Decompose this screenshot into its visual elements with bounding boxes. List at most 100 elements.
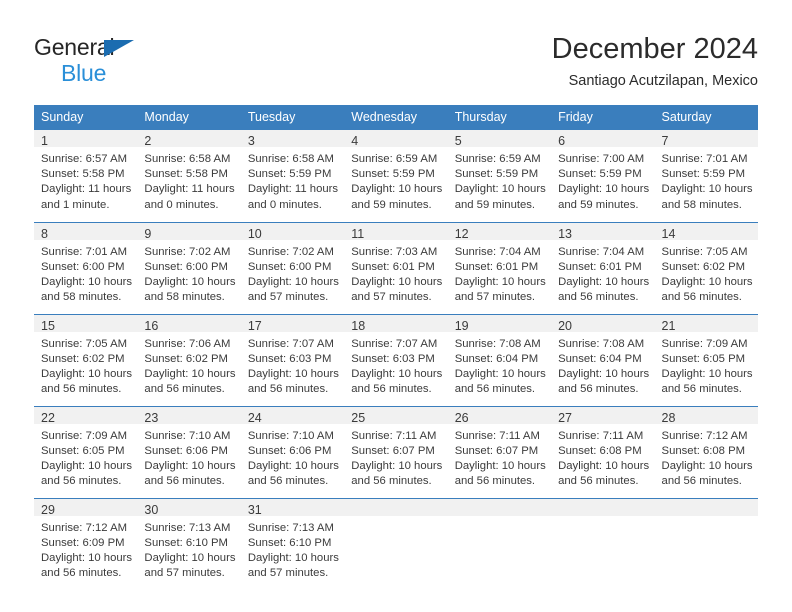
day-details: Sunrise: 7:06 AM Sunset: 6:02 PM Daylight:…: [137, 332, 240, 398]
calendar-day-cell[interactable]: 31 Sunrise: 7:13 AM Sunset: 6:10 PM Dayligh…: [240, 497, 345, 590]
day-details: Sunrise: 6:57 AM Sunset: 5:58 PM Daylight:…: [34, 147, 137, 213]
calendar-day-cell[interactable]: 24 Sunrise: 7:10 AM Sunset: 6:06 PM Dayligh…: [240, 405, 345, 498]
calendar-day-cell[interactable]: 15 Sunrise: 7:05 AM Sunset: 6:02 PM Dayligh…: [34, 313, 138, 406]
calendar-day-cell[interactable]: 16 Sunrise: 7:06 AM Sunset: 6:02 PM Dayligh…: [137, 313, 241, 406]
title-block: December 2024 Santiago Acutzilapan, Mexi…: [552, 32, 758, 91]
day-details: Sunrise: 6:59 AM Sunset: 5:59 PM Daylight:…: [448, 147, 551, 213]
day-number-band: 11: [344, 222, 448, 241]
daylight-text-line1: Daylight: 10 hours: [558, 367, 650, 380]
day-number: 5: [454, 134, 462, 148]
day-details: Sunrise: 7:02 AM Sunset: 6:00 PM Daylight:…: [137, 240, 240, 306]
calendar-day-cell[interactable]: 4 Sunrise: 6:59 AM Sunset: 5:59 PM Daylight…: [344, 130, 448, 222]
daylight-text-line1: Daylight: 10 hours: [41, 459, 133, 472]
daylight-text-line2: and 56 minutes.: [661, 291, 742, 304]
day-details: Sunrise: 7:10 AM Sunset: 6:06 PM Daylight:…: [241, 424, 344, 490]
calendar-day-cell[interactable]: 21 Sunrise: 7:09 AM Sunset: 6:05 PM Dayligh…: [654, 313, 758, 406]
calendar-day-cell[interactable]: 13 Sunrise: 7:04 AM Sunset: 6:01 PM Dayligh…: [551, 221, 655, 314]
sunset-text: Sunset: 5:58 PM: [144, 168, 228, 181]
sunrise-text: Sunrise: 7:07 AM: [351, 337, 438, 350]
day-number: 26: [454, 410, 469, 425]
day-number: 8: [41, 226, 48, 241]
calendar-day-cell[interactable]: 8 Sunrise: 7:01 AM Sunset: 6:00 PM Daylight…: [34, 221, 138, 314]
daylight-text-line2: and 57 minutes.: [454, 291, 536, 304]
calendar-day-cell[interactable]: 18 Sunrise: 7:07 AM Sunset: 6:03 PM Dayligh…: [344, 313, 448, 406]
day-number: 11: [351, 226, 365, 241]
sunrise-text: Sunrise: 7:11 AM: [351, 429, 437, 442]
sunset-text: Sunset: 5:59 PM: [661, 168, 746, 181]
daylight-text-line2: and 57 minutes.: [247, 567, 329, 580]
daylight-text-line1: Daylight: 10 hours: [558, 275, 650, 288]
calendar-day-cell[interactable]: 29 Sunrise: 7:12 AM Sunset: 6:09 PM Dayligh…: [34, 497, 138, 590]
day-number-band: 19: [447, 314, 552, 333]
calendar-day-cell[interactable]: 5 Sunrise: 6:59 AM Sunset: 5:59 PM Daylight…: [447, 130, 552, 222]
sunset-text: Sunset: 6:01 PM: [351, 260, 435, 273]
daylight-text-line1: Daylight: 10 hours: [247, 459, 339, 472]
calendar-day-cell[interactable]: 26 Sunrise: 7:11 AM Sunset: 6:07 PM Dayligh…: [447, 405, 552, 498]
calendar-head: Sunday Monday Tuesday Wednesday Thursday…: [34, 105, 758, 130]
calendar-day-cell[interactable]: 30 Sunrise: 7:13 AM Sunset: 6:10 PM Dayligh…: [137, 497, 241, 590]
calendar-day-cell[interactable]: 6 Sunrise: 7:00 AM Sunset: 5:59 PM Daylight…: [551, 130, 655, 222]
sunrise-text: Sunrise: 7:09 AM: [41, 429, 128, 442]
daylight-text-line2: and 56 minutes.: [558, 291, 639, 304]
sunset-text: Sunset: 5:58 PM: [41, 168, 125, 181]
calendar-day-cell[interactable]: 23 Sunrise: 7:10 AM Sunset: 6:06 PM Dayligh…: [137, 405, 241, 498]
calendar-day-cell[interactable]: 17 Sunrise: 7:07 AM Sunset: 6:03 PM Dayligh…: [240, 313, 345, 406]
day-number-band: [654, 498, 758, 516]
day-number-band: 25: [344, 406, 448, 425]
day-number-band: 3: [240, 130, 345, 148]
daylight-text-line2: and 56 minutes.: [558, 383, 639, 396]
calendar-day-cell[interactable]: 20 Sunrise: 7:08 AM Sunset: 6:04 PM Dayligh…: [551, 313, 655, 406]
sunset-text: Sunset: 6:07 PM: [351, 444, 435, 457]
sunset-text: Sunset: 5:59 PM: [351, 168, 435, 181]
sunrise-text: Sunrise: 6:59 AM: [351, 153, 438, 165]
day-number: 14: [661, 226, 676, 241]
calendar-day-cell[interactable]: 7 Sunrise: 7:01 AM Sunset: 5:59 PM Daylight…: [654, 130, 758, 222]
calendar-day-cell[interactable]: 22 Sunrise: 7:09 AM Sunset: 6:05 PM Dayligh…: [34, 405, 138, 498]
calendar-day-cell[interactable]: 25 Sunrise: 7:11 AM Sunset: 6:07 PM Dayligh…: [344, 405, 448, 498]
calendar-day-cell[interactable]: 3 Sunrise: 6:58 AM Sunset: 5:59 PM Daylight…: [240, 130, 345, 222]
sunrise-text: Sunrise: 7:10 AM: [144, 429, 231, 442]
sunset-text: Sunset: 6:06 PM: [247, 444, 332, 457]
day-details: Sunrise: 7:00 AM Sunset: 5:59 PM Daylight:…: [551, 147, 654, 213]
day-details: Sunrise: 7:07 AM Sunset: 6:03 PM Daylight:…: [344, 332, 447, 398]
sunrise-text: Sunrise: 6:58 AM: [144, 153, 231, 165]
sunrise-text: Sunrise: 7:04 AM: [454, 245, 541, 258]
daylight-text-line2: and 56 minutes.: [558, 475, 639, 488]
sunset-text: Sunset: 6:08 PM: [661, 444, 746, 457]
day-details: [448, 516, 551, 521]
daylight-text-line1: Daylight: 10 hours: [454, 367, 546, 380]
daylight-text-line1: Daylight: 10 hours: [351, 367, 443, 380]
calendar-page: General Blue December 2024 Santiago Acut…: [0, 0, 792, 612]
day-number: 29: [41, 502, 55, 517]
calendar-day-cell[interactable]: 9 Sunrise: 7:02 AM Sunset: 6:00 PM Daylight…: [137, 221, 241, 314]
general-blue-logo[interactable]: General Blue: [34, 36, 194, 88]
day-number: 10: [247, 226, 262, 241]
day-details: Sunrise: 7:08 AM Sunset: 6:04 PM Daylight:…: [448, 332, 551, 398]
sunrise-text: Sunrise: 7:11 AM: [558, 429, 644, 442]
day-number-band: 20: [551, 314, 655, 333]
daylight-text-line2: and 56 minutes.: [41, 567, 122, 580]
daylight-text-line2: and 56 minutes.: [351, 383, 432, 396]
day-details: Sunrise: 7:01 AM Sunset: 5:59 PM Daylight:…: [655, 147, 758, 213]
sunrise-text: Sunrise: 6:59 AM: [454, 153, 541, 165]
day-details: Sunrise: 6:59 AM Sunset: 5:59 PM Daylight:…: [344, 147, 447, 213]
day-number-band: 7: [654, 130, 758, 148]
calendar-day-cell[interactable]: 10 Sunrise: 7:02 AM Sunset: 6:00 PM Dayligh…: [240, 221, 345, 314]
calendar-day-cell[interactable]: 27 Sunrise: 7:11 AM Sunset: 6:08 PM Dayligh…: [551, 405, 655, 498]
day-number-band: 10: [240, 222, 345, 241]
calendar-day-cell[interactable]: 19 Sunrise: 7:08 AM Sunset: 6:04 PM Dayligh…: [447, 313, 552, 406]
daylight-text-line1: Daylight: 10 hours: [247, 551, 339, 564]
calendar-day-cell[interactable]: 28 Sunrise: 7:12 AM Sunset: 6:08 PM Dayligh…: [654, 405, 758, 498]
calendar-day-cell[interactable]: 12 Sunrise: 7:04 AM Sunset: 6:01 PM Dayligh…: [447, 221, 552, 314]
calendar-day-cell[interactable]: 14 Sunrise: 7:05 AM Sunset: 6:02 PM Dayligh…: [654, 221, 758, 314]
daylight-text-line1: Daylight: 10 hours: [41, 551, 133, 564]
day-details: Sunrise: 7:05 AM Sunset: 6:02 PM Daylight:…: [655, 240, 758, 306]
sunset-text: Sunset: 6:03 PM: [351, 352, 435, 365]
sunset-text: Sunset: 6:04 PM: [454, 352, 539, 365]
day-number-band: 15: [34, 314, 138, 333]
calendar-day-cell[interactable]: 2 Sunrise: 6:58 AM Sunset: 5:58 PM Daylight…: [137, 130, 241, 222]
day-details: Sunrise: 7:12 AM Sunset: 6:08 PM Daylight:…: [655, 424, 758, 490]
daylight-text-line2: and 56 minutes.: [351, 475, 432, 488]
calendar-day-cell[interactable]: 1 Sunrise: 6:57 AM Sunset: 5:58 PM Daylight…: [34, 130, 138, 222]
calendar-day-cell[interactable]: 11 Sunrise: 7:03 AM Sunset: 6:01 PM Dayligh…: [344, 221, 448, 314]
